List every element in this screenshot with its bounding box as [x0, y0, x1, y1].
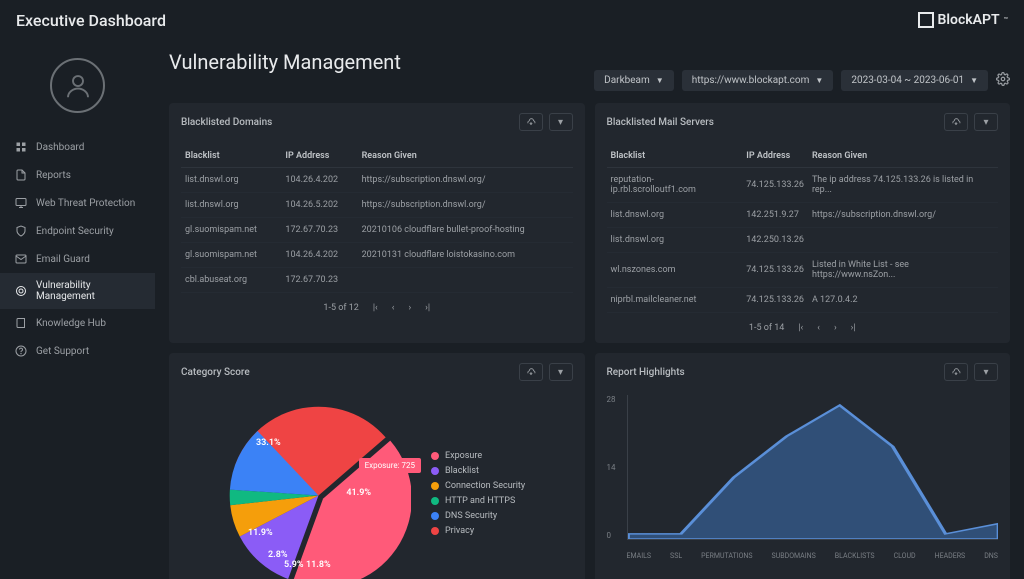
legend-item: Privacy: [431, 526, 525, 536]
download-button[interactable]: [944, 363, 968, 381]
more-button[interactable]: ▾: [549, 113, 573, 131]
card-report-highlights: Report Highlights ▾ 28140 EMAILSSSLPERMU…: [595, 353, 1011, 579]
card-title: Category Score: [181, 367, 250, 378]
grid-icon: [14, 140, 28, 154]
prev-page-button[interactable]: ‹: [392, 303, 395, 313]
user-icon: [63, 71, 93, 101]
sidebar-item-vulnerability[interactable]: Vulnerability Management: [0, 273, 155, 309]
book-icon: [14, 316, 28, 330]
pie-chart: 33.1% 41.9% 11.9% 2.8% 5.9% 11.8% Exposu…: [226, 403, 411, 579]
download-button[interactable]: [944, 113, 968, 131]
domain-dropdown[interactable]: https://www.blockapt.com▼: [682, 70, 834, 91]
pager: 1-5 of 14 |‹ ‹ › ›|: [607, 323, 999, 333]
pie-legend: Exposure Blacklist Connection Security HTTP…: [431, 451, 525, 541]
prev-page-button[interactable]: ‹: [817, 323, 820, 333]
sidebar-item-webthreat[interactable]: Web Threat Protection: [0, 189, 155, 217]
sidebar-item-endpoint[interactable]: Endpoint Security: [0, 217, 155, 245]
target-icon: [14, 284, 28, 298]
mailservers-table: Blacklist IP Address Reason Given reputa…: [607, 145, 999, 313]
mail-icon: [14, 252, 28, 266]
legend-item: HTTP and HTTPS: [431, 496, 525, 506]
domains-table: Blacklist IP Address Reason Given list.d…: [181, 145, 573, 293]
download-button[interactable]: [519, 113, 543, 131]
sidebar-item-support[interactable]: Get Support: [0, 337, 155, 365]
source-dropdown[interactable]: Darkbeam▼: [594, 70, 674, 91]
pie-tooltip: Exposure: 725: [359, 458, 421, 473]
more-button[interactable]: ▾: [974, 113, 998, 131]
last-page-button[interactable]: ›|: [425, 303, 430, 313]
download-button[interactable]: [519, 363, 543, 381]
file-icon: [14, 168, 28, 182]
gear-icon[interactable]: [996, 72, 1010, 89]
help-icon: [14, 344, 28, 358]
table-row[interactable]: gl.suomispam.net104.26.4.20220210131 clo…: [181, 243, 573, 268]
legend-item: DNS Security: [431, 511, 525, 521]
legend-item: Blacklist: [431, 466, 525, 476]
table-row[interactable]: list.dnswl.org142.251.9.27https://subscr…: [607, 203, 999, 228]
card-title: Blacklisted Mail Servers: [607, 117, 714, 128]
avatar[interactable]: [50, 58, 105, 113]
legend-item: Exposure: [431, 451, 525, 461]
content: Vulnerability Management Darkbeam▼ https…: [155, 40, 1024, 579]
sidebar-item-emailguard[interactable]: Email Guard: [0, 245, 155, 273]
table-row[interactable]: list.dnswl.org104.26.4.202https://subscr…: [181, 168, 573, 193]
more-button[interactable]: ▾: [974, 363, 998, 381]
chevron-down-icon: ▼: [815, 76, 823, 85]
first-page-button[interactable]: |‹: [798, 323, 803, 333]
area-chart: 28140 EMAILSSSLPERMUTATIONSSUBDOMAINSBLA…: [607, 395, 999, 560]
card-blacklisted-domains: Blacklisted Domains ▾ Blacklist IP Addre…: [169, 103, 585, 343]
brand-logo: BlockAPT™: [918, 12, 1008, 28]
sidebar-item-knowledge[interactable]: Knowledge Hub: [0, 309, 155, 337]
sidebar-item-reports[interactable]: Reports: [0, 161, 155, 189]
sidebar-item-dashboard[interactable]: Dashboard: [0, 133, 155, 161]
daterange-dropdown[interactable]: 2023-03-04 ~ 2023-06-01▼: [841, 70, 988, 91]
table-row[interactable]: list.dnswl.org104.26.5.202https://subscr…: [181, 193, 573, 218]
next-page-button[interactable]: ›: [408, 303, 411, 313]
logo-icon: [918, 12, 934, 28]
card-category-score: Category Score ▾ 33.1% 41.9% 11.9% 2.8%: [169, 353, 585, 579]
chevron-down-icon: ▼: [656, 76, 664, 85]
card-title: Blacklisted Domains: [181, 117, 272, 128]
pager: 1-5 of 12 |‹ ‹ › ›|: [181, 303, 573, 313]
next-page-button[interactable]: ›: [834, 323, 837, 333]
monitor-icon: [14, 196, 28, 210]
sidebar: Dashboard Reports Web Threat Protection …: [0, 40, 155, 579]
table-row[interactable]: niprbl.mailcleaner.net74.125.133.26A 127…: [607, 288, 999, 313]
table-row[interactable]: wl.nszones.com74.125.133.26Listed in Whi…: [607, 253, 999, 288]
card-blacklisted-mailservers: Blacklisted Mail Servers ▾ Blacklist IP …: [595, 103, 1011, 343]
table-row[interactable]: gl.suomispam.net172.67.70.2320210106 clo…: [181, 218, 573, 243]
card-title: Report Highlights: [607, 367, 685, 378]
app-title: Executive Dashboard: [16, 11, 166, 30]
table-row[interactable]: reputation-ip.rbl.scrolloutf1.com74.125.…: [607, 168, 999, 203]
table-row[interactable]: list.dnswl.org142.250.13.26: [607, 228, 999, 253]
table-row[interactable]: cbl.abuseat.org172.67.70.23: [181, 268, 573, 293]
more-button[interactable]: ▾: [549, 363, 573, 381]
last-page-button[interactable]: ›|: [851, 323, 856, 333]
first-page-button[interactable]: |‹: [373, 303, 378, 313]
legend-item: Connection Security: [431, 481, 525, 491]
page-title: Vulnerability Management: [169, 50, 401, 74]
chevron-down-icon: ▼: [970, 76, 978, 85]
shield-icon: [14, 224, 28, 238]
